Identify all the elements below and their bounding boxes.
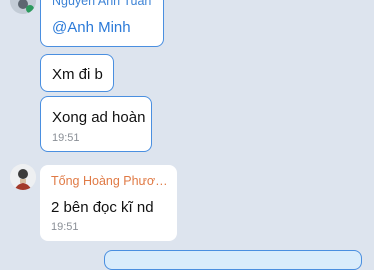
own-message-bubble[interactable]: [104, 250, 362, 270]
message-text: 2 bên đọc kĩ nd: [51, 199, 154, 216]
sender-name[interactable]: Nguyễn Anh Tuấn: [52, 0, 151, 8]
sender-name[interactable]: Tống Hoàng Phươn...: [51, 174, 169, 188]
message-bubble[interactable]: Xong ad hoàn 19:51: [40, 96, 152, 152]
message-time: 19:51: [51, 221, 79, 233]
message-text: Xm đi b: [52, 66, 103, 83]
user-avatar-icon[interactable]: [10, 0, 36, 14]
message-bubble[interactable]: Tống Hoàng Phươn... 2 bên đọc kĩ nd 19:5…: [40, 165, 177, 241]
user-avatar-icon[interactable]: [10, 164, 36, 190]
mention-link[interactable]: @Anh Minh: [52, 19, 131, 36]
message-text: Xong ad hoàn: [52, 109, 146, 126]
message-bubble[interactable]: Xm đi b: [40, 54, 114, 92]
message-time: 19:51: [52, 132, 80, 144]
message-bubble[interactable]: Nguyễn Anh Tuấn @Anh Minh: [40, 0, 164, 47]
